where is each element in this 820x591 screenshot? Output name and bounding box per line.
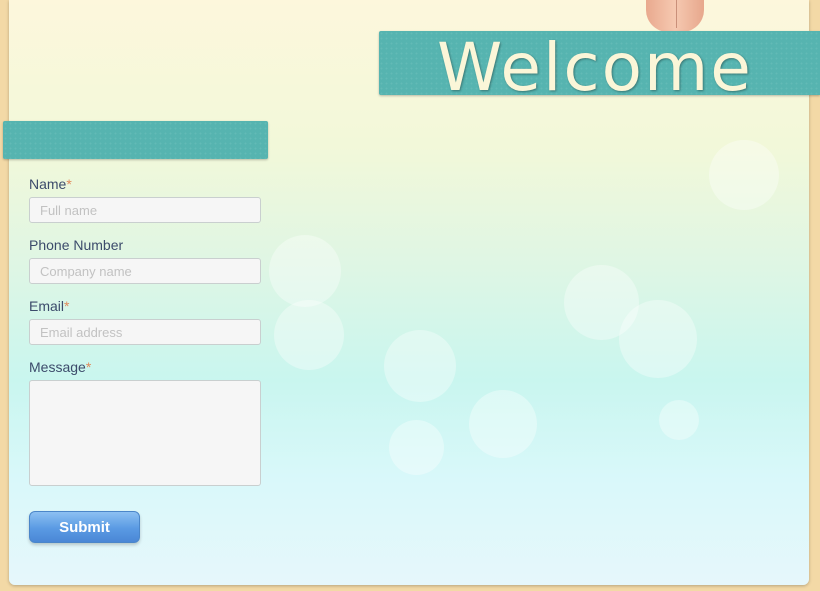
bokeh-circle (709, 140, 779, 210)
page-title: Welcome (437, 29, 753, 106)
message-textarea[interactable] (29, 380, 261, 486)
bokeh-circle (384, 330, 456, 402)
name-label-text: Name (29, 176, 67, 192)
phone-label: Phone Number (29, 237, 261, 253)
phone-label-text: Phone Number (29, 237, 124, 253)
bokeh-circle (659, 400, 699, 440)
email-field-group: Email* (29, 298, 261, 345)
name-input[interactable] (29, 197, 261, 223)
required-mark: * (66, 176, 72, 192)
welcome-banner: Welcome (379, 29, 820, 106)
phone-field-group: Phone Number (29, 237, 261, 284)
phone-input[interactable] (29, 258, 261, 284)
name-label: Name* (29, 176, 261, 192)
contact-form: Name* Phone Number Email* Message* Submi… (29, 176, 261, 543)
required-mark: * (85, 359, 92, 375)
email-input[interactable] (29, 319, 261, 345)
bokeh-circle (469, 390, 537, 458)
message-label: Message* (29, 359, 261, 375)
email-label-text: Email (29, 298, 65, 314)
hand-image (646, 0, 704, 32)
email-label: Email* (29, 298, 261, 314)
bokeh-circle (619, 300, 697, 378)
message-field-group: Message* (29, 359, 261, 491)
form-header-banner (3, 121, 268, 159)
message-label-text: Message (29, 359, 86, 375)
bokeh-circle (274, 300, 344, 370)
name-field-group: Name* (29, 176, 261, 223)
required-mark: * (64, 298, 70, 314)
submit-button[interactable]: Submit (29, 511, 140, 543)
bokeh-circle (269, 235, 341, 307)
bokeh-circle (389, 420, 444, 475)
